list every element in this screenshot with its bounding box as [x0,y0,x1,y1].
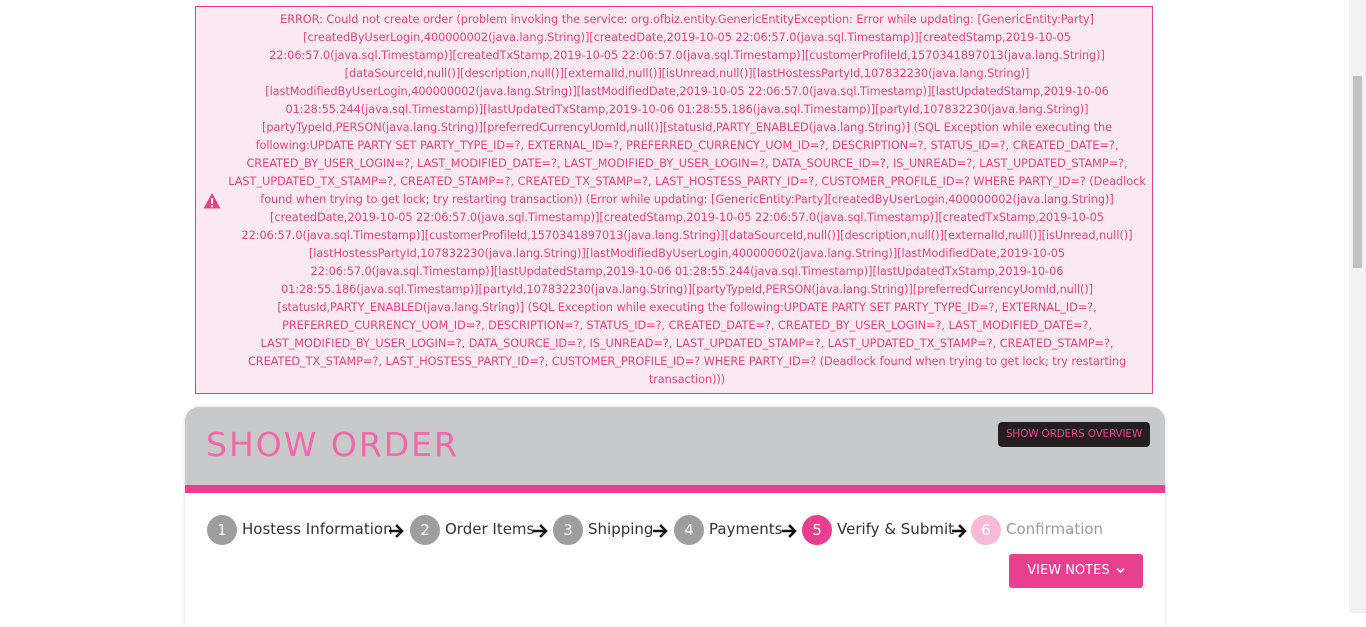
scrollbar-thumb[interactable] [1353,76,1362,268]
arrow-right-icon [653,524,668,538]
step-label: Payments [709,520,783,538]
step-label: Confirmation [1006,520,1104,538]
error-message: ERROR: Could not create order (problem i… [228,13,1146,386]
step-number: 4 [674,515,704,545]
step-label: Shipping [588,520,654,538]
header-accent-bar [185,485,1165,493]
step-number: 5 [802,515,832,545]
view-notes-button[interactable]: VIEW NOTES [1009,554,1143,588]
step-label: Hostess Information [242,520,393,538]
arrow-right-icon [389,524,404,538]
page-title: SHOW ORDER [206,425,459,464]
error-alert: ERROR: Could not create order (problem i… [195,6,1153,394]
card-header: SHOW ORDER SHOW ORDERS OVERVIEW [185,407,1165,485]
arrow-right-icon [952,524,967,538]
chevron-down-icon [1116,567,1125,574]
step-number: 2 [410,515,440,545]
step-label: Order Items [445,520,535,538]
show-orders-overview-button[interactable]: SHOW ORDERS OVERVIEW [998,422,1150,447]
warning-icon [203,193,221,209]
step-label: Verify & Submit [837,520,954,538]
order-card: SHOW ORDER SHOW ORDERS OVERVIEW 1 Hostes… [185,407,1165,627]
step-number: 1 [207,515,237,545]
step-number: 6 [971,515,1001,545]
view-notes-label: VIEW NOTES [1027,563,1110,578]
step-number: 3 [553,515,583,545]
arrow-right-icon [533,524,548,538]
arrow-right-icon [782,524,797,538]
page-scrollbar[interactable] [1349,0,1366,613]
